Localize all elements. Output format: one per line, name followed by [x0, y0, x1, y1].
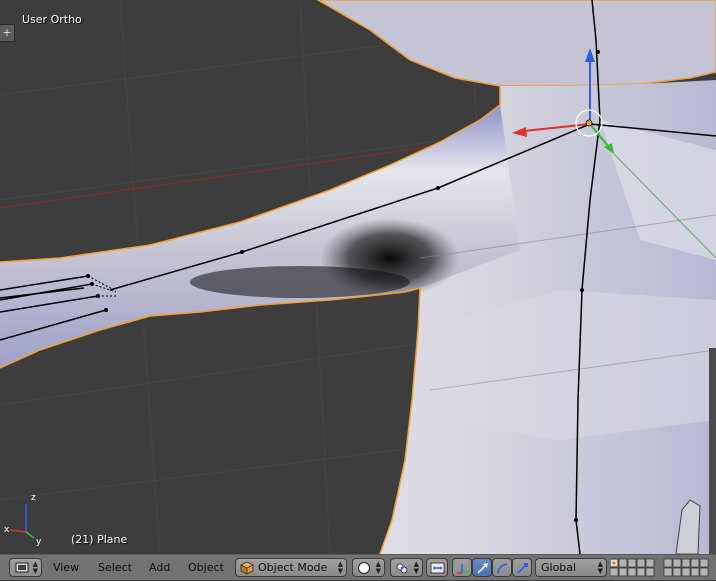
- layer-grid-icon: [609, 558, 709, 577]
- mode-selector[interactable]: Object Mode ▲ ▼: [235, 558, 347, 577]
- view-name-label: User Ortho: [22, 13, 82, 26]
- object-info-label: (21) Plane: [71, 533, 128, 546]
- updown-arrows-icon: ▲ ▼: [32, 560, 38, 575]
- mode-label: Object Mode: [258, 561, 328, 574]
- scale-icon: [517, 563, 528, 574]
- translate-arrow-icon: [477, 563, 488, 574]
- toolshelf-toggle-button[interactable]: +: [0, 24, 15, 42]
- updown-arrows-icon: ▲ ▼: [597, 560, 603, 575]
- svg-text:z: z: [31, 493, 36, 503]
- editor-type-selector[interactable]: ▲ ▼: [9, 558, 42, 577]
- manipulator-icon: [430, 562, 445, 574]
- translate-icon: [457, 564, 469, 574]
- manipulator-toggle-button[interactable]: [426, 558, 448, 577]
- transform-orientation-selector[interactable]: Global ▲ ▼: [535, 558, 607, 577]
- translate-manipulator-button[interactable]: [452, 558, 472, 577]
- menu-view[interactable]: View: [53, 561, 79, 574]
- scale-manipulator-button[interactable]: [492, 558, 512, 577]
- updown-arrows-icon: ▲ ▼: [413, 560, 419, 575]
- viewport-scene[interactable]: z x y: [0, 0, 716, 554]
- pivot-point-icon: [396, 563, 408, 574]
- 3d-viewport[interactable]: z x y User Ortho (21) Plane +: [0, 0, 716, 554]
- pivot-point-selector[interactable]: ▲ ▼: [390, 558, 423, 577]
- svg-text:x: x: [4, 525, 10, 535]
- menu-add[interactable]: Add: [149, 561, 170, 574]
- rotate-icon: [497, 563, 508, 574]
- 3d-view-icon: [15, 562, 29, 573]
- menu-object[interactable]: Object: [188, 561, 224, 574]
- rotate-manipulator-button[interactable]: [472, 558, 492, 577]
- menu-select[interactable]: Select: [98, 561, 132, 574]
- scale-button[interactable]: [512, 558, 532, 577]
- svg-text:y: y: [36, 537, 42, 547]
- layer-buttons[interactable]: [609, 558, 714, 577]
- solid-sphere-icon: [358, 562, 370, 574]
- head-mesh: [316, 0, 716, 87]
- updown-arrows-icon: ▲ ▼: [337, 560, 343, 575]
- updown-arrows-icon: ▲ ▼: [375, 560, 381, 575]
- cube-icon: [240, 561, 254, 575]
- properties-region-edge[interactable]: [709, 348, 716, 554]
- object-origin: [585, 119, 593, 127]
- 3d-view-header: ▲ ▼ View Select Add Object Object Mode ▲ ▼…: [0, 554, 716, 580]
- orientation-gizmo-icon: z x y: [4, 493, 42, 547]
- viewport-shading-selector[interactable]: ▲ ▼: [352, 558, 385, 577]
- orientation-label: Global: [541, 561, 577, 574]
